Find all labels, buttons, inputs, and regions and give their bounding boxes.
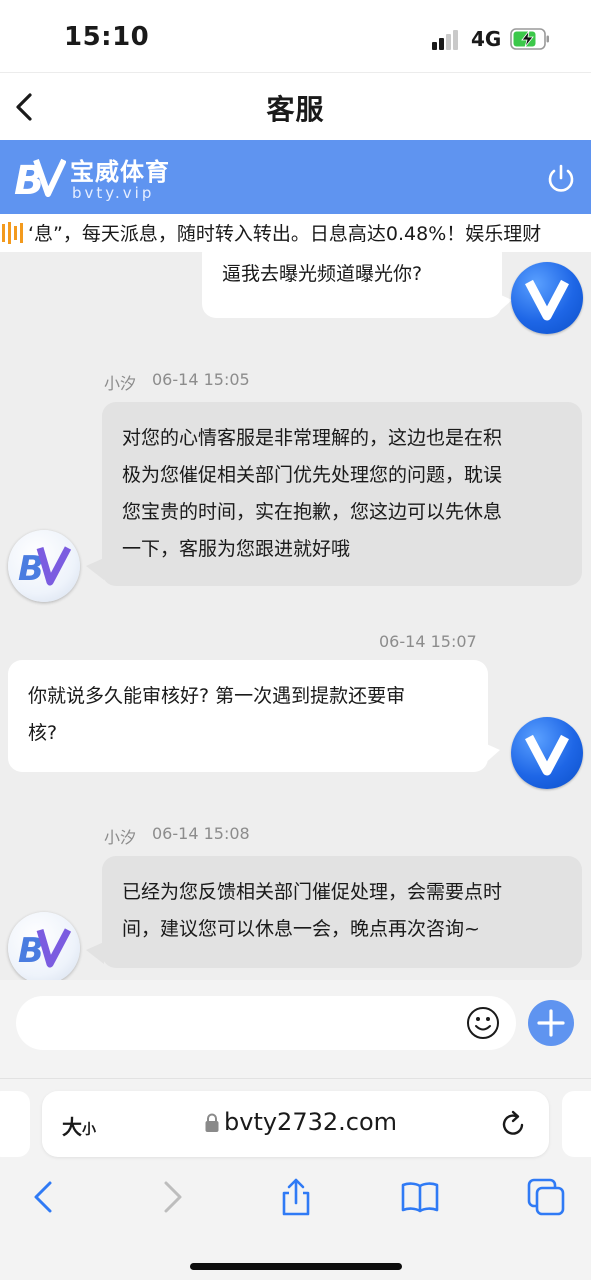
emoji-icon[interactable] bbox=[466, 1006, 500, 1040]
browser-forward-icon[interactable] bbox=[152, 1177, 192, 1217]
text-size-small: 小 bbox=[82, 1122, 96, 1138]
notice-text: ‘息”，每天派息，随时转入转出。日息高达0.48%！娱乐理财 bbox=[28, 223, 542, 245]
battery-charging-icon bbox=[510, 28, 549, 50]
nav-bar: 客服 bbox=[0, 72, 591, 140]
status-time: 15:10 bbox=[64, 22, 150, 52]
message-sender: 小汐 bbox=[104, 374, 137, 393]
agent-avatar: B bbox=[8, 912, 80, 980]
message-text-line: 你就说多久能审核好? 第一次遇到提款还要审 bbox=[28, 685, 406, 707]
message-timestamp: 06-14 15:08 bbox=[152, 824, 250, 843]
add-attachment-button[interactable] bbox=[528, 1000, 574, 1046]
signal-strength-icon bbox=[432, 30, 462, 50]
url-text: bvty2732.com bbox=[224, 1108, 398, 1136]
power-icon[interactable] bbox=[544, 162, 578, 196]
message-text-line: 一下，客服为您跟进就好哦 bbox=[122, 538, 351, 560]
address-bar[interactable]: 大小 bvty2732.com bbox=[42, 1091, 549, 1157]
browser-toolbar: 大小 bvty2732.com bbox=[0, 1078, 591, 1280]
bookmarks-icon[interactable] bbox=[400, 1177, 440, 1217]
speaker-icon bbox=[2, 222, 23, 244]
home-indicator[interactable] bbox=[190, 1263, 402, 1270]
brand-logo-icon: B bbox=[14, 158, 66, 200]
user-message-bubble: 你就说多久能审核好? 第一次遇到提款还要审 核? bbox=[8, 660, 488, 772]
browser-back-icon[interactable] bbox=[24, 1177, 64, 1217]
brand-banner: B 宝威体育 bvty.vip bbox=[0, 140, 591, 214]
next-tab-preview[interactable] bbox=[562, 1091, 591, 1157]
message-text-line: 您宝贵的时间，实在抱歉，您这边可以先休息 bbox=[122, 501, 503, 523]
message-text-line: 已经为您反馈相关部门催促处理，会需要点时 bbox=[122, 881, 503, 903]
agent-message-bubble: 已经为您反馈相关部门催促处理，会需要点时 间，建议您可以休息一会，晚点再次咨询~ bbox=[102, 856, 582, 968]
brand-domain: bvty.vip bbox=[72, 184, 155, 202]
status-bar: 15:10 4G bbox=[0, 0, 591, 72]
message-sender: 小汐 bbox=[104, 828, 137, 847]
lock-icon bbox=[205, 1113, 219, 1132]
message-text-line: 核? bbox=[28, 722, 58, 744]
previous-tab-preview[interactable] bbox=[0, 1091, 30, 1157]
agent-message-bubble: 对您的心情客服是非常理解的，这边也是在积 极为您催促相关部门优先处理您的问题，耽… bbox=[102, 402, 582, 586]
message-input[interactable] bbox=[16, 996, 516, 1050]
text-size-big: 大 bbox=[62, 1115, 82, 1139]
message-timestamp: 06-14 15:07 bbox=[379, 632, 477, 651]
message-text-line: 极为您催促相关部门优先处理您的问题，耽误 bbox=[122, 464, 503, 486]
reload-icon[interactable] bbox=[500, 1109, 528, 1139]
page-title: 客服 bbox=[266, 93, 325, 126]
bubble-tail bbox=[482, 742, 500, 766]
message-input-bar bbox=[0, 980, 591, 1078]
user-avatar bbox=[511, 717, 583, 789]
network-type: 4G bbox=[471, 27, 502, 51]
share-icon[interactable] bbox=[276, 1177, 316, 1217]
user-message-bubble: 逼我去曝光频道曝光你? bbox=[202, 252, 502, 318]
bubble-tail bbox=[494, 292, 512, 316]
tabs-icon[interactable] bbox=[526, 1177, 566, 1217]
agent-avatar: B bbox=[8, 530, 80, 602]
message-text-line: 逼我去曝光频道曝光你? bbox=[222, 263, 423, 285]
bubble-tail bbox=[86, 558, 104, 580]
message-text-line: 对您的心情客服是非常理解的，这边也是在积 bbox=[122, 427, 503, 449]
brand-name: 宝威体育 bbox=[70, 158, 170, 186]
text-size-button[interactable]: 大小 bbox=[62, 1111, 96, 1140]
user-avatar bbox=[511, 262, 583, 334]
chat-area[interactable]: 逼我去曝光频道曝光你? 小汐 06-14 15:05 对您的心情客服是非常理解的… bbox=[0, 252, 591, 980]
plus-icon bbox=[537, 1009, 565, 1037]
notice-marquee: ‘息”，每天派息，随时转入转出。日息高达0.48%！娱乐理财 bbox=[0, 214, 591, 252]
message-timestamp: 06-14 15:05 bbox=[152, 370, 250, 389]
bubble-tail bbox=[86, 942, 104, 964]
message-text-line: 间，建议您可以休息一会，晚点再次咨询~ bbox=[122, 918, 480, 940]
